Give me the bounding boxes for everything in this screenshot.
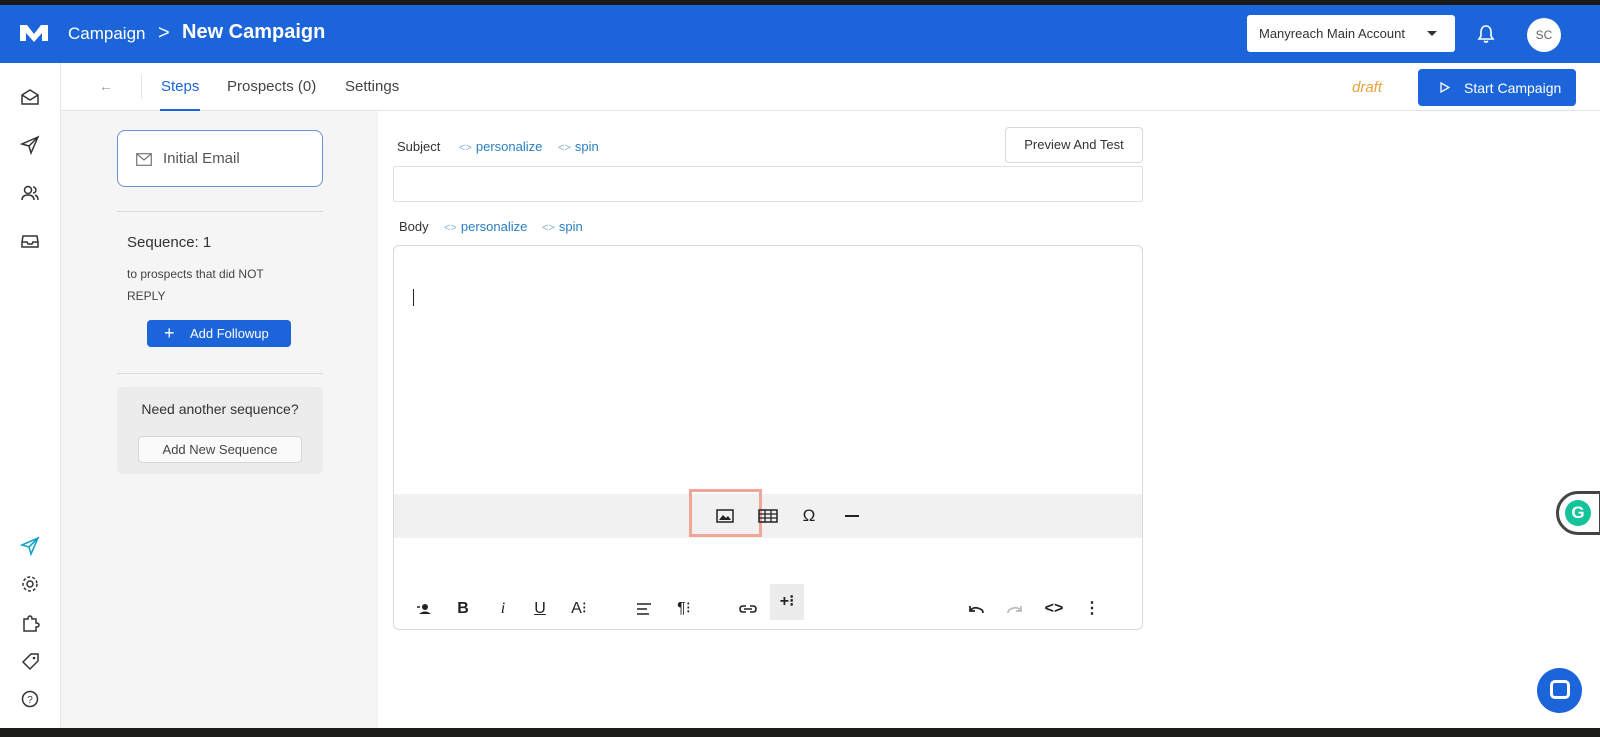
sequence-panel: Initial Email Sequence: 1 to prospects t… bbox=[61, 111, 378, 728]
code-brackets-icon: <> bbox=[542, 222, 555, 234]
more-icon[interactable]: ⋮ bbox=[1081, 598, 1103, 620]
add-new-sequence-button[interactable]: Add New Sequence bbox=[138, 436, 302, 463]
plus-icon: + bbox=[164, 323, 175, 343]
page-title: New Campaign bbox=[182, 21, 326, 43]
personalize-icon[interactable] bbox=[415, 598, 437, 620]
sequence-description: to prospects that did NOT REPLY bbox=[127, 267, 264, 303]
subject-input[interactable] bbox=[393, 166, 1143, 202]
bold-icon[interactable]: B bbox=[452, 598, 474, 620]
subnav-divider bbox=[141, 75, 142, 99]
grammarly-widget[interactable]: G bbox=[1556, 491, 1600, 535]
gear-icon[interactable] bbox=[20, 574, 40, 594]
start-campaign-label: Start Campaign bbox=[1464, 80, 1562, 96]
code-brackets-icon: <> bbox=[444, 222, 457, 234]
body-spin-link[interactable]: <> spin bbox=[542, 219, 583, 234]
manyreach-logo[interactable] bbox=[18, 21, 50, 45]
svg-text:?: ? bbox=[27, 695, 33, 706]
send-active-icon[interactable] bbox=[20, 536, 40, 556]
body-editor[interactable]: Ω B i U A⁝ ¶⁝ +⁝ <> ⋮ bbox=[393, 245, 1143, 630]
campaign-subnav: ← Steps Prospects (0) Settings draft Sta… bbox=[61, 63, 1600, 111]
body-personalize-link[interactable]: <> personalize bbox=[444, 219, 527, 234]
bell-icon[interactable] bbox=[1477, 24, 1495, 44]
subject-personalize-link[interactable]: <> personalize bbox=[459, 139, 542, 154]
text-cursor bbox=[413, 289, 414, 306]
underline-icon[interactable]: U bbox=[529, 598, 551, 620]
divider bbox=[117, 373, 323, 374]
mail-icon[interactable] bbox=[20, 87, 40, 107]
font-size-icon[interactable]: A⁝ bbox=[568, 598, 590, 620]
code-view-icon[interactable]: <> bbox=[1043, 598, 1065, 620]
back-button[interactable]: ← bbox=[99, 78, 113, 94]
preview-and-test-button[interactable]: Preview And Test bbox=[1005, 127, 1143, 163]
divider bbox=[117, 211, 323, 212]
tab-prospects[interactable]: Prospects (0) bbox=[227, 78, 316, 95]
need-sequence-prompt: Need another sequence? bbox=[141, 401, 299, 417]
window-bottom-edge bbox=[0, 728, 1600, 737]
special-char-icon[interactable]: Ω bbox=[797, 504, 821, 528]
puzzle-icon[interactable] bbox=[20, 613, 40, 633]
chat-button[interactable] bbox=[1537, 668, 1582, 713]
link-icon[interactable] bbox=[737, 598, 759, 620]
account-selector[interactable]: Manyreach Main Account bbox=[1247, 15, 1455, 52]
left-sidebar: ? bbox=[0, 63, 61, 728]
tab-settings[interactable]: Settings bbox=[345, 78, 399, 95]
caret-down-icon bbox=[1427, 31, 1437, 36]
body-label: Body bbox=[399, 219, 429, 234]
new-sequence-box: Need another sequence? Add New Sequence bbox=[117, 387, 323, 474]
status-badge: draft bbox=[1352, 79, 1383, 96]
breadcrumb-campaign[interactable]: Campaign bbox=[68, 24, 146, 44]
undo-icon[interactable] bbox=[965, 598, 987, 620]
subject-spin-link[interactable]: <> spin bbox=[558, 139, 599, 154]
paragraph-icon[interactable]: ¶⁝ bbox=[673, 598, 695, 620]
step-label: Initial Email bbox=[163, 150, 240, 167]
users-icon[interactable] bbox=[20, 183, 40, 203]
insert-more-icon[interactable]: +⁝ bbox=[770, 584, 804, 620]
table-icon[interactable] bbox=[756, 504, 780, 528]
envelope-icon bbox=[136, 153, 152, 166]
tab-steps[interactable]: Steps bbox=[161, 78, 199, 95]
add-followup-label: Add Followup bbox=[190, 326, 269, 341]
breadcrumb-separator: > bbox=[158, 22, 170, 44]
redo-icon[interactable] bbox=[1004, 598, 1026, 620]
avatar[interactable]: SC bbox=[1527, 18, 1561, 52]
code-brackets-icon: <> bbox=[558, 142, 571, 154]
send-icon[interactable] bbox=[20, 135, 40, 155]
chat-bubble-icon bbox=[1550, 680, 1570, 699]
app-header: Campaign > New Campaign Manyreach Main A… bbox=[0, 5, 1600, 63]
insert-toolbar: Ω bbox=[394, 489, 1142, 538]
align-icon[interactable] bbox=[633, 598, 655, 620]
italic-icon[interactable]: i bbox=[492, 598, 514, 620]
help-icon[interactable]: ? bbox=[20, 689, 40, 709]
sequence-title: Sequence: 1 bbox=[127, 234, 212, 251]
grammarly-icon: G bbox=[1565, 500, 1591, 526]
code-brackets-icon: <> bbox=[459, 142, 472, 154]
account-selector-label: Manyreach Main Account bbox=[1259, 26, 1405, 41]
image-icon[interactable] bbox=[713, 504, 737, 528]
step-initial-email[interactable]: Initial Email bbox=[117, 130, 323, 187]
play-icon bbox=[1440, 82, 1450, 93]
horizontal-line-icon[interactable] bbox=[840, 504, 864, 528]
subject-label: Subject bbox=[397, 139, 441, 154]
tag-icon[interactable] bbox=[20, 652, 40, 672]
add-followup-button[interactable]: + Add Followup bbox=[147, 320, 291, 347]
start-campaign-button[interactable]: Start Campaign bbox=[1418, 69, 1576, 106]
inbox-icon[interactable] bbox=[20, 231, 40, 251]
